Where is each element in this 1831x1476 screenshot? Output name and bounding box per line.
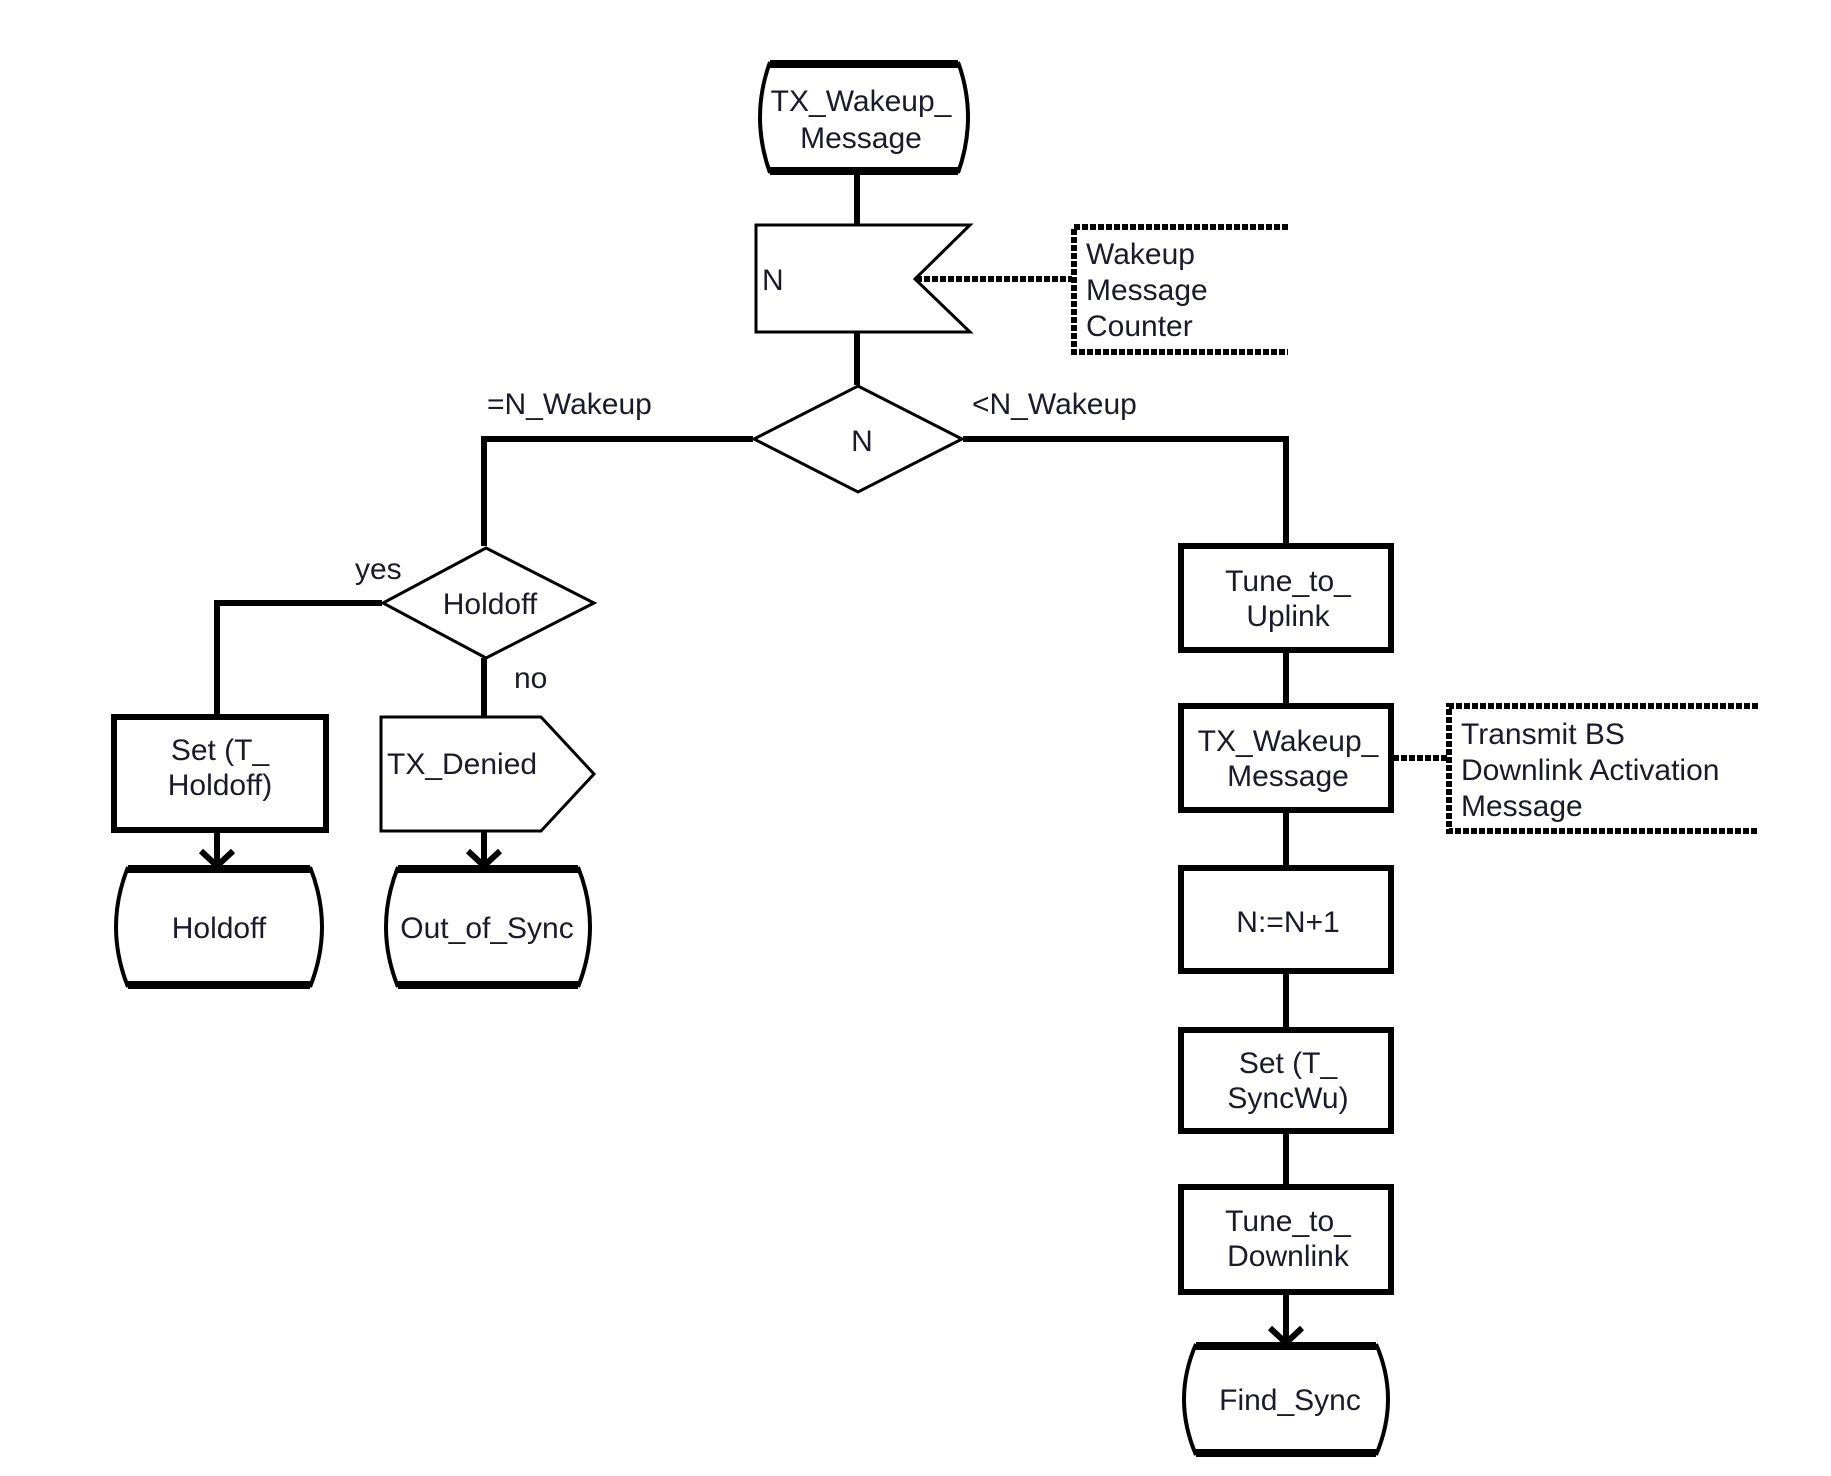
state-label-line1: TX_Wakeup_ [771,85,953,118]
task-label-line2: Downlink [1227,1240,1350,1273]
task-increment-n[interactable]: N:=N+1 [1178,865,1394,974]
edge-label-no: no [514,662,547,695]
task-label-line1: TX_Wakeup_ [1198,725,1380,758]
edge-decision-lt-branch [963,436,1289,543]
annotation-line3: Counter [1086,310,1193,343]
state-holdoff-label: Holdoff [172,912,267,945]
task-set-t-syncwu[interactable]: Set (T_ SyncWu) [1178,1027,1394,1134]
task-label-line1: Set (T_ [1239,1047,1339,1080]
annotation-line2: Downlink Activation [1461,754,1719,787]
edge-decision-eq-branch [481,436,753,546]
edge-label-yes: yes [355,553,402,586]
state-out-of-sync[interactable]: Out_of_Sync [381,865,593,989]
decision-holdoff[interactable]: Holdoff [379,546,598,660]
output-label: TX_Denied [387,748,537,781]
state-find-sync-label: Find_Sync [1219,1384,1361,1417]
edge-label-lt-n-wakeup: <N_Wakeup [972,388,1137,421]
task-label-line1: Tune_to_ [1225,565,1352,598]
annotation-line1: Wakeup [1086,238,1195,271]
decision-n[interactable]: N [750,384,966,494]
output-tx-denied[interactable]: TX_Denied [379,715,597,833]
task-label-line2: Uplink [1246,600,1330,633]
task-label-line2: Message [1227,760,1349,793]
annotation-line3: Message [1461,790,1583,823]
task-label: N:=N+1 [1236,906,1339,939]
decision-label: N [851,425,873,458]
task-label-line1: Set (T_ [171,734,271,767]
annotation-wakeup-message-counter: Wakeup Message Counter [1071,224,1288,355]
edge-holdoff-yes [214,600,382,716]
annotation-line2: Message [1086,274,1208,307]
decision-holdoff-label: Holdoff [443,588,538,621]
state-find-sync[interactable]: Find_Sync [1180,1342,1392,1457]
task-tune-to-downlink[interactable]: Tune_to_ Downlink [1178,1184,1394,1295]
annotation-transmit-bs-downlink: Transmit BS Downlink Activation Message [1446,703,1758,834]
edge-label-eq-n-wakeup: =N_Wakeup [487,388,652,421]
task-tx-wakeup-message[interactable]: TX_Wakeup_ Message [1178,703,1394,813]
task-set-t-holdoff[interactable]: Set (T_ Holdoff) [111,714,329,833]
task-label-line1: Tune_to_ [1225,1205,1352,1238]
task-label-line2: Holdoff) [168,769,273,802]
task-tune-to-uplink[interactable]: Tune_to_ Uplink [1178,543,1394,653]
state-holdoff[interactable]: Holdoff [114,865,326,989]
flowchart: TX_Wakeup_ Message N Wakeup Message Coun… [111,60,1758,1457]
counter-label: N [762,264,784,297]
state-label-line2: Message [800,122,922,155]
annotation-line1: Transmit BS [1461,718,1625,751]
state-out-of-sync-label: Out_of_Sync [400,912,573,945]
task-label-line2: SyncWu) [1227,1082,1348,1115]
state-tx-wakeup-message[interactable]: TX_Wakeup_ Message [757,60,970,175]
